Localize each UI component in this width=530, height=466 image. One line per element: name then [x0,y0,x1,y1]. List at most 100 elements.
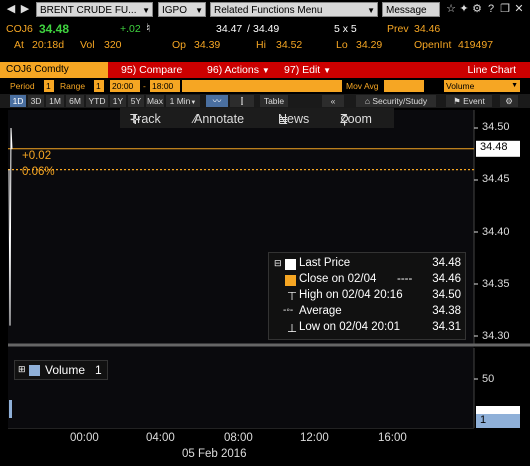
chart-tools-bar: ✛ Track ⁄ Annotate ≣ News ⚲ Zoom [120,108,394,128]
quote-prev: 34.46 [414,23,441,35]
controls-row: 1D 3D 1M 6M YTD 1Y 5Y Max 1 Min▼ 〰 ⫿ Tab… [0,94,530,108]
table-button[interactable]: Table [260,95,288,107]
forward-arrow-icon[interactable]: ▶ [18,2,32,17]
legend-label: Low on 02/04 20:01 [299,321,401,333]
settings-row: Period 1 Range 1 20:00 - 18:00 Mov Avg V… [0,79,530,93]
chart-legend[interactable]: ⊟ Last Price 34.48 Close on 02/04 ---- 3… [268,252,466,340]
related-functions-dropdown[interactable]: Related Functions Menu ▼ [210,2,378,17]
chart-change-value: +0.02 [22,150,52,162]
quote-ask: 34.49 [253,23,280,35]
security-dropdown[interactable]: BRENT CRUDE FU... ▼ [36,2,153,17]
legend-value: 34.50 [432,289,461,301]
help-icon[interactable]: ? [484,2,498,17]
security-study-button[interactable]: ⌂ Security/Study [356,95,436,107]
compare-number: 95 [121,64,133,76]
back-arrow-icon[interactable]: ◀ [4,2,18,17]
period-5y-button[interactable]: 5Y [128,95,144,107]
chevron-down-icon: ▼ [323,66,332,75]
function-menu-bar: COJ6 Comdty 95) Compare 96) Actions ▼ 97… [0,62,530,78]
chart-settings-icon[interactable]: ⚙ [500,95,518,107]
legend-value: 34.31 [432,321,461,333]
legend-value: 34.38 [432,305,461,317]
range-from-field[interactable]: 20:00 [110,80,140,92]
legend-label: High on 02/04 20:16 [299,289,403,301]
chevron-down-icon: ▼ [142,6,150,15]
period-ytd-button[interactable]: YTD [86,95,108,107]
period-1y-button[interactable]: 1Y [110,95,126,107]
volume-ytick-label: 50 [482,373,495,385]
edit-menu[interactable]: 97) Edit ▼ [284,62,331,78]
function-dropdown[interactable]: IGPO ▼ [158,2,206,17]
range-label: Range [60,81,86,91]
period-1d-button[interactable]: 1D [10,95,26,107]
legend-label: Last Price [299,257,351,269]
period-max-button[interactable]: Max [146,95,164,107]
interval-dropdown[interactable]: 1 Min▼ [166,95,200,107]
zoom-label: Zoom [340,112,372,126]
range-field[interactable]: 1 [94,80,104,92]
volume-bar [9,400,12,418]
chevron-down-icon: ▼ [367,6,375,15]
mov-avg-field[interactable] [384,80,424,92]
settings-icon[interactable]: ⚙ [470,2,484,17]
news-label: News [278,112,310,126]
chevron-down-icon: ▼ [190,100,197,106]
event-button[interactable]: ⚑ Event [446,95,492,107]
study-dropdown[interactable]: Volume ▼ [444,80,520,92]
vol-label: Vol [80,39,95,51]
legend-value: 34.46 [432,273,461,285]
low-label: Lo [336,39,348,51]
ytick-label: 34.40 [482,226,510,238]
quote-open: 34.39 [194,39,221,51]
range-spacer-field [182,80,342,92]
tools-icon[interactable]: ✦ [457,2,471,17]
close-icon[interactable]: ✕ [512,2,526,17]
restore-window-icon[interactable]: ❐ [498,2,512,17]
period-3d-button[interactable]: 3D [28,95,44,107]
legend-label: Average [299,305,342,317]
volume-swatch [29,365,40,376]
time-label: At [14,39,24,51]
ytick-label: 34.45 [482,173,510,185]
compare-menu[interactable]: 95) Compare [121,62,182,78]
volume-legend[interactable]: ⊞ Volume 1 [14,360,108,380]
low-marker-icon: ⊥ [287,323,298,335]
quote-high: 34.52 [276,39,303,51]
quote-low: 34.29 [356,39,383,51]
collapse-left-icon[interactable]: « [322,95,344,107]
mov-avg-label: Mov Avg [346,81,379,91]
dashed-line-icon: ---- [397,273,413,285]
period-1m-button[interactable]: 1M [46,95,64,107]
quote-volume: 320 [104,39,122,51]
volume-legend-label: Volume [45,363,86,377]
related-functions-label: Related Functions Menu [214,5,323,16]
quote-ticker: COJ6 [6,23,33,35]
quote-openint: 419497 [458,39,494,51]
quote-bid: 34.47 [216,23,243,35]
chart-change-percent: 0.06% [22,166,55,178]
range-to-field[interactable]: 18:00 [150,80,180,92]
period-field[interactable]: 1 [44,80,54,92]
star-icon[interactable]: ☆ [444,2,458,17]
line-chart-icon[interactable]: 〰 [206,95,228,107]
volume-legend-value: 1 [95,363,102,377]
legend-label: Close on 02/04 [299,273,377,285]
ytick-label: 34.30 [482,330,510,342]
openint-label: OpenInt [414,39,452,51]
collapse-icon[interactable]: ⊟ [274,258,282,269]
security-study-icon: ⌂ [364,96,370,106]
prev-label: Prev [387,23,409,35]
chevron-down-icon: ▼ [261,66,270,75]
security-name-field[interactable]: COJ6 Comdty [0,62,108,78]
interval-label: 1 Min [169,96,191,106]
quote-last: 34.48 [39,22,70,36]
period-6m-button[interactable]: 6M [66,95,84,107]
bar-chart-icon[interactable]: ⫿ [230,95,254,107]
quote-bid-ask-separator: / [247,23,250,35]
message-button[interactable]: Message [382,2,440,17]
expand-icon[interactable]: ⊞ [18,364,26,375]
flag-icon: ⚑ [453,96,461,106]
range-dash: - [143,81,146,91]
actions-menu[interactable]: 96) Actions ▼ [207,62,270,78]
actions-label: Actions [224,64,259,76]
